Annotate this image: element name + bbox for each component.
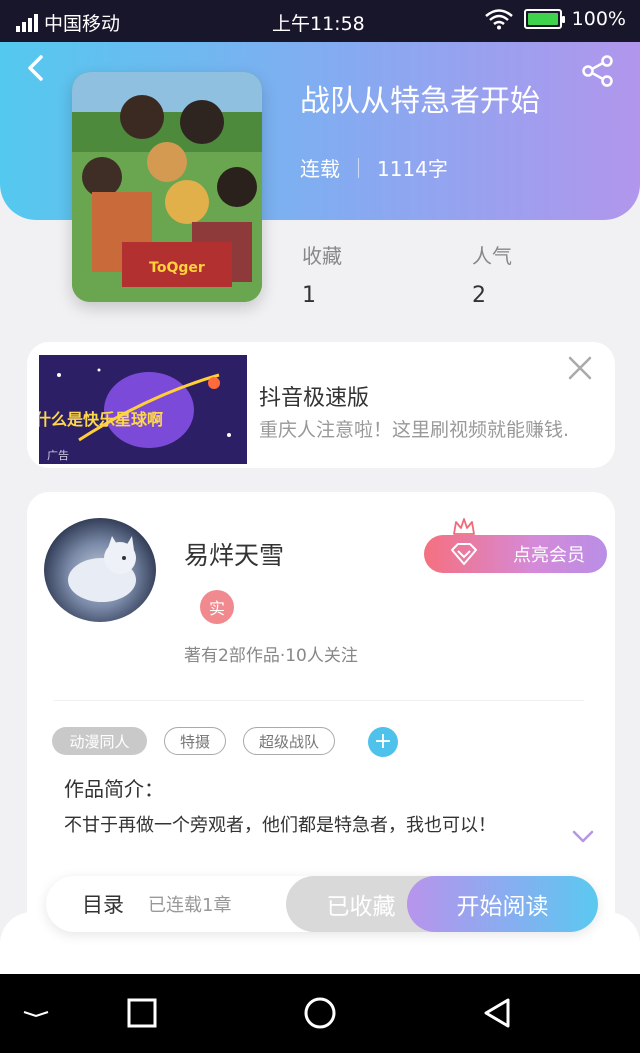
vip-button-label: 点亮会员 [513,545,585,566]
stat-label: 人气 [472,244,512,268]
avatar-image [68,536,136,602]
stat-popularity: 人气 2 [472,240,512,308]
chevron-down-icon[interactable] [570,826,596,846]
book-meta: 连载 1114字 [300,153,448,182]
back-icon[interactable] [22,53,52,83]
battery-icon [523,9,565,29]
svg-text:ToQger: ToQger [149,260,205,276]
stat-value: 2 [472,283,486,308]
ad-image: 什么是快乐星球啊 广告 [39,355,247,464]
author-name[interactable]: 易烊天雪 [184,536,284,572]
book-cover[interactable]: ToQger [72,72,262,302]
signal-icon [16,13,38,32]
divider [54,700,584,701]
cover-image: ToQger [72,72,262,302]
ad-card[interactable]: 什么是快乐星球啊 广告 抖音极速版 重庆人注意啦！这里刷视频就能赚钱. [27,342,615,468]
tag-tokusatsu[interactable]: 特摄 [164,727,226,755]
nav-recent-icon[interactable] [122,996,162,1032]
start-reading-button[interactable]: 开始阅读 [407,876,598,932]
carrier-group: 中国移动 [16,9,120,36]
ad-corner-label: 广告 [47,449,69,462]
ad-image-text: 什么是快乐星球啊 [39,410,163,429]
author-stats: 著有2部作品·10人关注 [184,646,358,666]
stat-value: 1 [302,283,316,308]
intro-text: 不甘于再做一个旁观者，他们都是特急者，我也可以！ [64,815,496,836]
nav-collapse-icon[interactable] [16,996,56,1032]
meta-divider [358,157,359,178]
status-bar: 中国移动 上午11:58 100% [0,0,640,42]
ad-title: 抖音极速版 [259,386,370,411]
diamond-icon [451,543,477,565]
avatar[interactable] [44,518,156,622]
tag-anime-fanfic[interactable]: 动漫同人 [52,727,147,755]
close-icon[interactable] [565,353,595,383]
wifi-icon [484,9,513,30]
add-tag-button[interactable]: + [368,727,398,757]
nav-home-icon[interactable] [300,996,340,1032]
nav-back-icon[interactable] [478,996,518,1032]
stat-favorites: 收藏 1 [302,240,342,308]
intro-label: 作品简介： [64,777,164,801]
ad-artwork: 什么是快乐星球啊 广告 [39,355,247,464]
stat-label: 收藏 [302,244,342,268]
battery-label: 100% [571,8,626,30]
tag-super-sentai[interactable]: 超级战队 [243,727,335,755]
word-count: 1114字 [377,157,448,181]
book-title: 战队从特急者开始 [300,84,540,119]
verified-badge: 实 [200,590,234,624]
toc-button[interactable]: 目录 [82,889,124,919]
carrier-label: 中国移动 [44,13,121,35]
share-icon[interactable] [580,54,616,88]
chapter-count: 已连载1章 [148,895,232,916]
book-status: 连载 [300,157,340,181]
clock: 上午11:58 [272,13,365,35]
ad-description: 重庆人注意啦！这里刷视频就能赚钱. [259,419,570,441]
status-right: 100% [484,8,626,30]
